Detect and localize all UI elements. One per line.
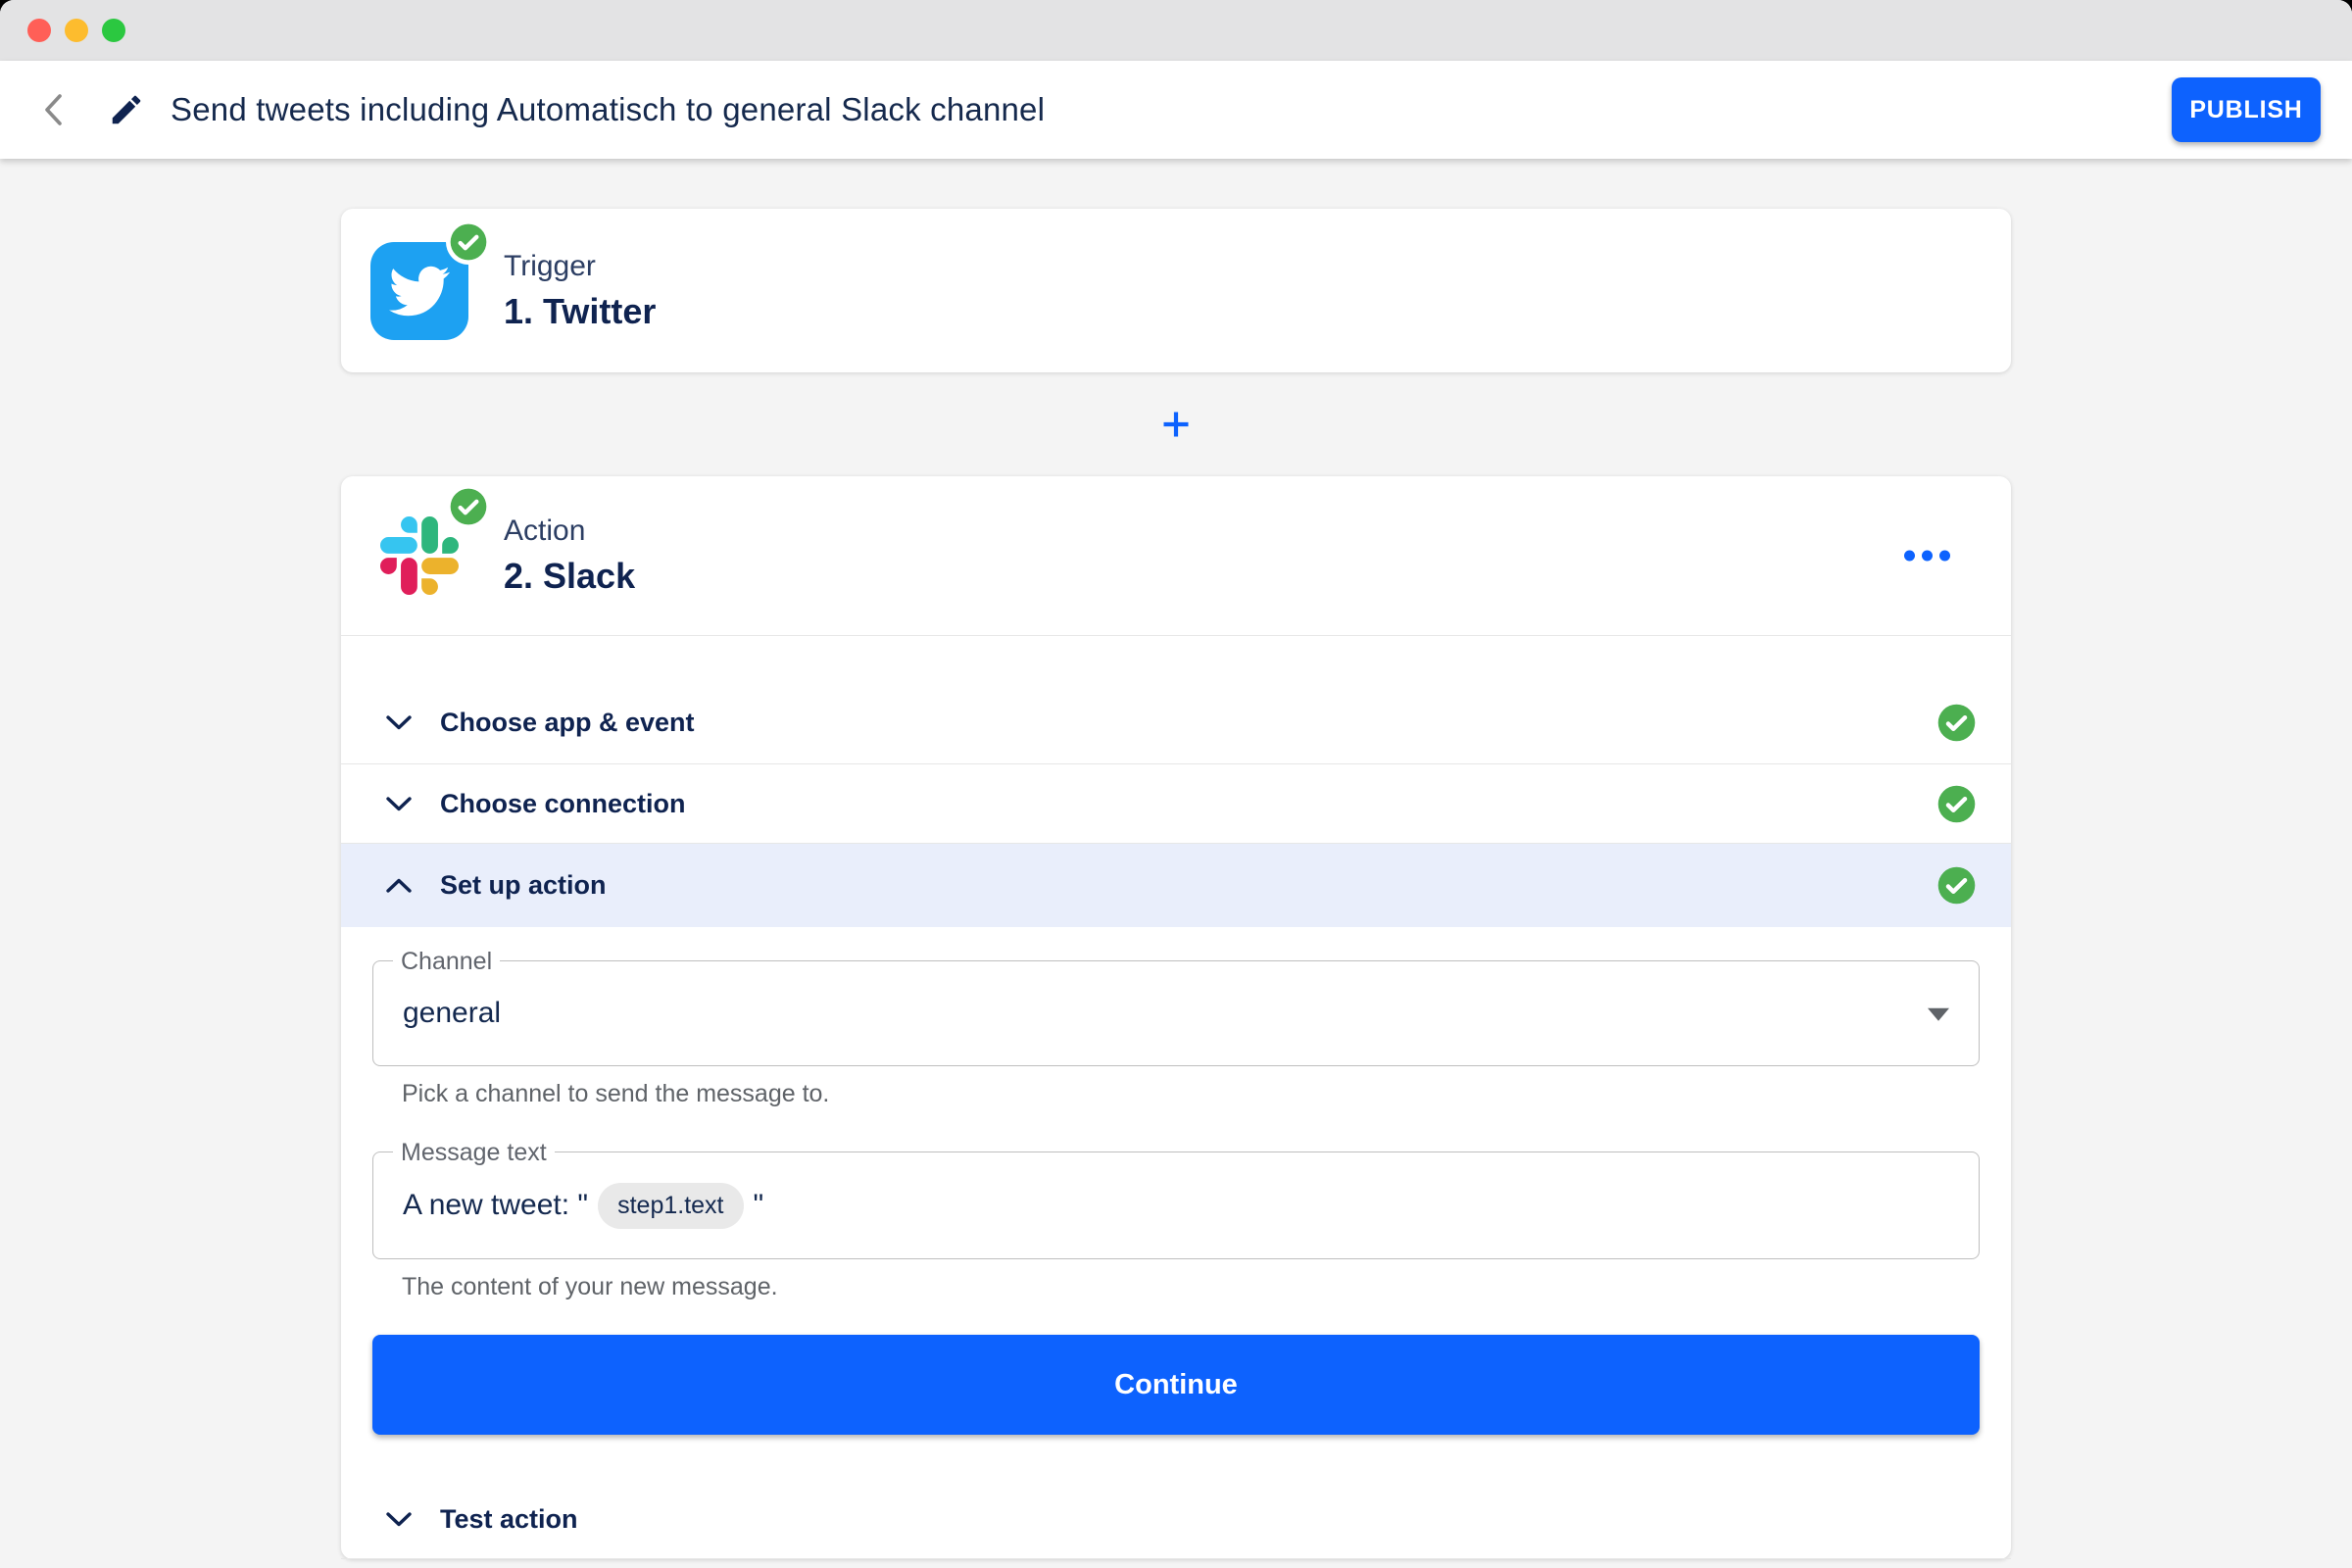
spacer (341, 1435, 2011, 1480)
add-step-button[interactable] (1149, 397, 1203, 452)
chevron-down-icon (385, 713, 413, 731)
publish-button[interactable]: PUBLISH (2172, 77, 2321, 142)
minimize-window-button[interactable] (65, 19, 88, 42)
accordion-choose-connection[interactable]: Choose connection (341, 764, 2011, 843)
message-helper-text: The content of your new message. (402, 1273, 1980, 1301)
slack-icon (370, 507, 468, 605)
chevron-up-icon (385, 877, 413, 895)
macos-titlebar (0, 0, 2352, 61)
twitter-icon (370, 242, 468, 340)
app-window: Send tweets including Automatisch to gen… (0, 0, 2352, 1568)
plus-icon (1161, 410, 1191, 439)
chevron-left-icon (42, 93, 64, 126)
accordion-label: Choose app & event (440, 708, 695, 738)
channel-helper-text: Pick a channel to send the message to. (402, 1080, 1980, 1108)
back-button[interactable] (31, 80, 74, 139)
channel-select[interactable]: Channel general (372, 960, 1980, 1066)
more-options-button[interactable] (1894, 541, 1960, 571)
edit-pencil-icon[interactable] (108, 91, 145, 128)
accordion-test-action[interactable]: Test action (341, 1480, 2011, 1559)
step-kind-label: Trigger (504, 250, 656, 283)
check-circle-icon (1936, 865, 1977, 906)
check-circle-icon (1936, 703, 1977, 743)
add-step-row (0, 372, 2352, 476)
accordion-label: Set up action (440, 870, 607, 901)
check-circle-icon (1936, 784, 1977, 824)
accordion-set-up-action[interactable]: Set up action (341, 844, 2011, 927)
message-text-before: A new tweet: " (403, 1189, 588, 1222)
editor-canvas: Trigger 1. Twitter (0, 159, 2352, 1568)
dropdown-arrow-icon (1928, 1008, 1949, 1021)
set-up-action-form: Channel general Pick a channel to send t… (341, 927, 2011, 1435)
message-text-label: Message text (393, 1139, 555, 1167)
editor-header: Send tweets including Automatisch to gen… (0, 61, 2352, 159)
spacer (341, 636, 2011, 681)
channel-select-label: Channel (393, 948, 500, 976)
accordion-label: Choose connection (440, 789, 686, 819)
trigger-step-card[interactable]: Trigger 1. Twitter (341, 209, 2011, 372)
step-kind-label: Action (504, 514, 635, 548)
action-step-header[interactable]: Action 2. Slack (341, 476, 2011, 635)
check-badge-icon (446, 220, 491, 265)
continue-button[interactable]: Continue (372, 1335, 1980, 1435)
accordion-label: Test action (440, 1504, 578, 1535)
zoom-window-button[interactable] (102, 19, 125, 42)
accordion-choose-app-event[interactable]: Choose app & event (341, 681, 2011, 763)
message-text-after: " (754, 1189, 764, 1222)
ellipsis-icon (1904, 551, 1915, 562)
close-window-button[interactable] (27, 19, 51, 42)
action-step-card: Action 2. Slack Choose app & event (341, 476, 2011, 1559)
variable-chip[interactable]: step1.text (598, 1183, 743, 1229)
step-name: 2. Slack (504, 556, 635, 597)
step-name: 1. Twitter (504, 291, 656, 332)
channel-select-value: general (403, 997, 501, 1030)
flow-title[interactable]: Send tweets including Automatisch to gen… (171, 91, 1045, 128)
message-text-input[interactable]: Message text A new tweet: " step1.text " (372, 1152, 1980, 1259)
chevron-down-icon (385, 1510, 413, 1528)
chevron-down-icon (385, 795, 413, 812)
check-badge-icon (446, 484, 491, 529)
